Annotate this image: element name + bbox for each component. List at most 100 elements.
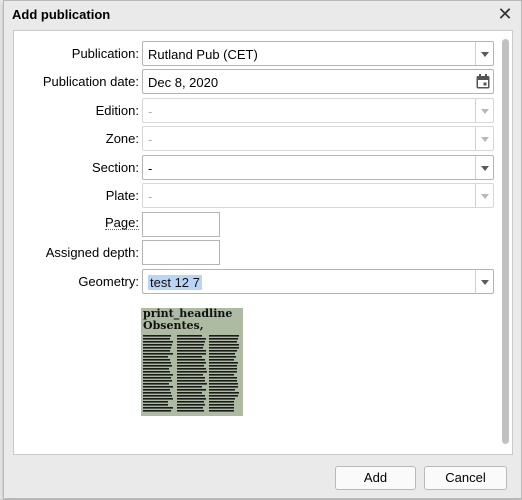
- text-line: [177, 362, 206, 364]
- text-line: [177, 395, 205, 397]
- zone-select[interactable]: -: [142, 126, 494, 151]
- text-line: [143, 398, 173, 400]
- plate-dropdown-button[interactable]: [475, 184, 493, 207]
- geometry-dropdown-button[interactable]: [475, 270, 493, 293]
- text-line: [209, 356, 236, 358]
- section-dropdown-button[interactable]: [475, 156, 493, 179]
- text-line: [177, 344, 204, 346]
- geometry-preview-image: print_headline Obsentes,: [141, 308, 243, 416]
- text-line: [143, 374, 173, 376]
- text-line: [177, 353, 206, 355]
- text-line: [143, 386, 173, 388]
- publication-dropdown-button[interactable]: [475, 42, 493, 65]
- text-column-lines: [143, 335, 239, 412]
- publication-date-input[interactable]: Dec 8, 2020: [142, 69, 494, 94]
- calendar-icon[interactable]: [476, 74, 490, 89]
- add-button[interactable]: Add: [335, 466, 416, 490]
- text-line: [177, 350, 206, 352]
- text-line: [143, 341, 173, 343]
- plate-value: -: [148, 189, 153, 204]
- chevron-down-icon: [481, 166, 489, 171]
- text-line: [177, 410, 204, 412]
- text-line: [143, 338, 170, 340]
- text-line: [177, 374, 203, 376]
- text-line: [177, 380, 205, 382]
- publication-date-value: Dec 8, 2020: [148, 75, 219, 90]
- text-line: [209, 368, 237, 370]
- dialog-titlebar: Add publication ✕: [4, 1, 521, 29]
- page-row: Page:: [14, 212, 504, 237]
- text-line: [177, 392, 202, 394]
- plate-select[interactable]: -: [142, 183, 494, 208]
- dialog-content: Publication: Rutland Pub (CET) Publicati…: [13, 30, 513, 455]
- vertical-scrollbar[interactable]: [499, 35, 511, 452]
- text-line: [177, 401, 204, 403]
- text-line: [177, 383, 207, 385]
- assigned-depth-label: Assigned depth:: [45, 245, 139, 260]
- chevron-down-icon: [481, 52, 489, 57]
- text-line: [143, 383, 169, 385]
- text-line: [209, 395, 238, 397]
- text-line: [143, 368, 169, 370]
- cancel-button[interactable]: Cancel: [424, 466, 507, 490]
- publication-date-row: Publication date: Dec 8, 2020: [14, 69, 504, 94]
- text-line: [209, 350, 237, 352]
- chevron-down-icon: [481, 109, 489, 114]
- edition-label: Edition:: [95, 103, 139, 118]
- text-line: [209, 389, 235, 391]
- text-line: [209, 365, 237, 367]
- text-line: [209, 377, 237, 379]
- text-line: [209, 407, 234, 409]
- text-line: [143, 362, 171, 364]
- preview-subheadline-text: Obsentes,: [143, 319, 204, 332]
- text-line: [209, 374, 234, 376]
- edition-select[interactable]: -: [142, 98, 494, 123]
- text-line: [177, 371, 207, 373]
- text-line: [177, 398, 206, 400]
- text-line: [143, 347, 171, 349]
- text-line: [177, 386, 202, 388]
- text-line: [209, 401, 234, 403]
- geometry-row: Geometry: test 12 7: [14, 269, 504, 294]
- text-line: [143, 404, 168, 406]
- zone-label: Zone:: [105, 131, 139, 146]
- text-line: [209, 392, 239, 394]
- section-label: Section:: [92, 160, 139, 175]
- text-line: [209, 335, 239, 337]
- plate-row: Plate: -: [14, 183, 504, 208]
- publication-select[interactable]: Rutland Pub (CET): [142, 41, 494, 66]
- text-line: [143, 365, 172, 367]
- text-line: [143, 401, 168, 403]
- assigned-depth-input[interactable]: [142, 240, 220, 265]
- edition-dropdown-button[interactable]: [475, 99, 493, 122]
- text-line: [209, 338, 238, 340]
- text-line: [177, 365, 204, 367]
- publication-date-label: Publication date:: [42, 74, 139, 89]
- add-publication-dialog: Add publication ✕ Publication: Rutland P…: [3, 0, 522, 499]
- text-line: [209, 341, 237, 343]
- text-line: [177, 335, 202, 337]
- page-input[interactable]: [142, 212, 220, 237]
- text-line: [209, 347, 239, 349]
- text-line: [177, 389, 206, 391]
- text-line: [143, 377, 171, 379]
- zone-dropdown-button[interactable]: [475, 127, 493, 150]
- text-line: [177, 338, 206, 340]
- text-line: [209, 410, 234, 412]
- dialog-footer: Add Cancel: [4, 456, 521, 500]
- geometry-select[interactable]: test 12 7: [142, 269, 494, 294]
- text-line: [143, 371, 170, 373]
- text-line: [177, 377, 205, 379]
- scrollbar-thumb[interactable]: [502, 39, 509, 444]
- text-line: [143, 359, 170, 361]
- text-line: [209, 383, 238, 385]
- edition-row: Edition: -: [14, 98, 504, 123]
- text-line: [177, 341, 205, 343]
- close-icon[interactable]: ✕: [495, 4, 515, 24]
- section-select[interactable]: -: [142, 155, 494, 180]
- chevron-down-icon: [481, 194, 489, 199]
- text-line: [209, 398, 235, 400]
- preview-headline: print_headline Obsentes,: [143, 308, 232, 332]
- text-line: [143, 407, 173, 409]
- text-line: [177, 407, 203, 409]
